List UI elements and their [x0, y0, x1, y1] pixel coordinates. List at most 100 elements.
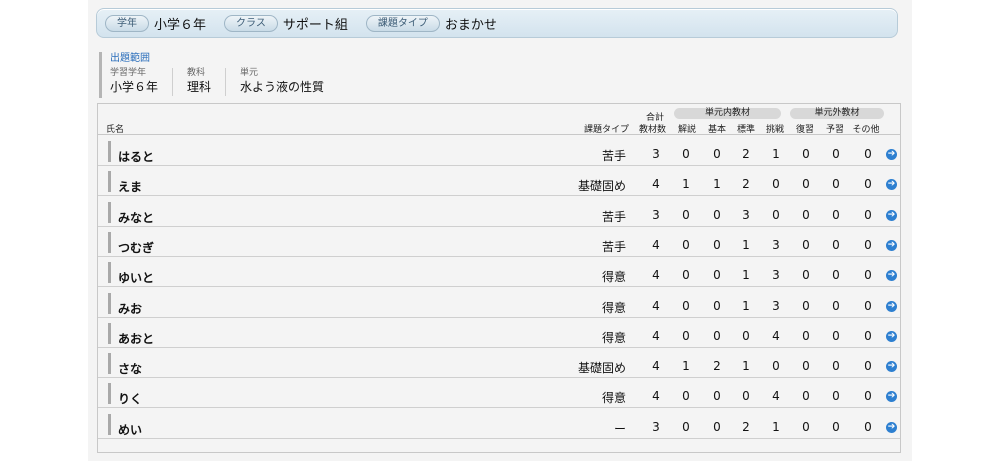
task-type-cell: 得意: [601, 300, 626, 315]
count-cell-challenge: 4: [772, 328, 780, 343]
student-name: あおと: [118, 331, 155, 346]
header-col-preview: 予習: [825, 125, 844, 135]
count-cell-explain: 0: [682, 207, 690, 222]
count-cell-other: 0: [864, 419, 872, 434]
table-row[interactable]: はると 苦手 3 0 0 2 1 0 0 0 ➔: [98, 135, 900, 166]
total-count-cell: 4: [652, 268, 660, 283]
header-col-challenge: 挑戦: [765, 125, 784, 135]
task-type-cell: 得意: [601, 270, 626, 285]
scope-grade-label: 学習学年: [110, 68, 147, 78]
count-cell-explain: 0: [682, 389, 690, 404]
arrow-right-circle-icon[interactable]: ➔: [886, 179, 897, 191]
table-row[interactable]: みなと 苦手 3 0 0 3 0 0 0 0 ➔: [98, 196, 900, 227]
count-cell-standard: 1: [742, 298, 750, 313]
task-type-filter-pill[interactable]: 課題タイプ: [365, 14, 440, 32]
row-marker: [108, 413, 111, 435]
count-cell-preview: 0: [832, 147, 840, 161]
count-cell-challenge: 0: [772, 207, 780, 222]
count-cell-preview: 0: [832, 298, 840, 313]
count-cell-explain: 0: [682, 298, 690, 313]
header-col-standard: 標準: [736, 125, 755, 135]
row-marker: [108, 292, 111, 314]
table-row[interactable]: みお 得意 4 0 0 1 3 0 0 0 ➔: [98, 287, 900, 318]
arrow-right-circle-icon[interactable]: ➔: [886, 209, 897, 221]
scope-section: 出題範囲 学習学年 小学６年 教科 理科 単元 水よう液の性質: [99, 52, 499, 98]
arrow-right-circle-icon[interactable]: ➔: [886, 391, 897, 403]
task-type-cell: ー: [613, 421, 626, 436]
count-cell-review: 0: [802, 268, 810, 283]
arrow-right-circle-icon[interactable]: ➔: [886, 300, 897, 312]
total-count-cell: 4: [652, 177, 660, 192]
arrow-right-circle-icon[interactable]: ➔: [886, 149, 897, 160]
student-name: めい: [118, 422, 143, 437]
count-cell-basic: 0: [713, 268, 721, 283]
table-row[interactable]: つむぎ 苦手 4 0 0 1 3 0 0 0 ➔: [98, 226, 900, 257]
count-cell-explain: 0: [682, 147, 690, 161]
count-cell-basic: 0: [713, 207, 721, 222]
scope-subject-label: 教科: [187, 68, 206, 78]
student-name: みお: [118, 301, 143, 316]
count-cell-other: 0: [864, 177, 872, 192]
total-count-cell: 4: [652, 389, 660, 404]
student-name: つむぎ: [118, 240, 155, 255]
count-cell-basic: 0: [713, 389, 721, 404]
student-name: さな: [118, 362, 143, 377]
class-filter-pill[interactable]: クラス: [224, 14, 278, 32]
count-cell-preview: 0: [832, 359, 840, 374]
table-row[interactable]: めい ー 3 0 0 2 1 0 0 0 ➔: [98, 408, 900, 439]
table-row[interactable]: りく 得意 4 0 0 0 4 0 0 0 ➔: [98, 377, 900, 409]
task-type-cell: 得意: [601, 330, 626, 345]
scope-unit-value: 水よう液の性質: [240, 80, 325, 94]
count-cell-other: 0: [864, 359, 872, 374]
count-cell-review: 0: [802, 237, 810, 252]
header-task-type: 課題タイプ: [584, 125, 630, 135]
page: 学年 小学６年 クラス サポート組 課題タイプ おまかせ 出題範囲 学習学年 小…: [88, 0, 912, 461]
count-cell-basic: 0: [713, 298, 721, 313]
row-marker: [108, 201, 111, 223]
table-row[interactable]: ゆいと 得意 4 0 0 1 3 0 0 0 ➔: [98, 256, 900, 288]
row-marker: [108, 383, 111, 405]
arrow-right-circle-icon[interactable]: ➔: [886, 361, 897, 373]
table-row[interactable]: えま 基礎固め 4 1 1 2 0 0 0 0 ➔: [98, 165, 900, 197]
count-cell-standard: 0: [742, 328, 750, 343]
student-name: ゆいと: [118, 271, 155, 286]
total-count-cell: 3: [652, 147, 660, 161]
grade-filter-pill[interactable]: 学年: [105, 14, 149, 32]
task-type-filter-value: おまかせ: [444, 17, 497, 33]
count-cell-basic: 2: [713, 359, 721, 374]
arrow-right-circle-icon[interactable]: ➔: [886, 270, 897, 282]
count-cell-challenge: 0: [772, 177, 780, 192]
count-cell-standard: 0: [742, 389, 750, 404]
arrow-right-circle-icon[interactable]: ➔: [886, 330, 897, 342]
arrow-right-circle-icon[interactable]: ➔: [886, 239, 897, 251]
count-cell-challenge: 4: [772, 389, 780, 404]
count-cell-review: 0: [802, 147, 810, 161]
header-group-out-unit: 単元外教材: [790, 108, 884, 119]
count-cell-standard: 2: [742, 147, 750, 161]
count-cell-review: 0: [802, 328, 810, 343]
count-cell-challenge: 3: [772, 268, 780, 283]
student-name: みなと: [118, 210, 155, 225]
task-type-cell: 基礎固め: [577, 361, 626, 376]
count-cell-standard: 1: [742, 359, 750, 374]
header-group-in-unit: 単元内教材: [674, 108, 781, 119]
task-type-cell: 得意: [601, 391, 626, 406]
count-cell-basic: 0: [713, 328, 721, 343]
count-cell-basic: 0: [713, 419, 721, 434]
scope-subject: 教科 理科: [187, 68, 227, 96]
total-count-cell: 4: [652, 237, 660, 252]
header-col-review: 復習: [795, 125, 814, 135]
student-table: 氏名 課題タイプ 合計 教材数 単元内教材 単元外教材 解説 基本 標準 挑戦 …: [97, 103, 901, 453]
table-row[interactable]: あおと 得意 4 0 0 0 4 0 0 0 ➔: [98, 317, 900, 348]
count-cell-preview: 0: [832, 419, 840, 434]
count-cell-explain: 0: [682, 237, 690, 252]
count-cell-standard: 2: [742, 177, 750, 192]
count-cell-preview: 0: [832, 268, 840, 283]
total-count-cell: 4: [652, 328, 660, 343]
arrow-right-circle-icon[interactable]: ➔: [886, 421, 897, 433]
table-row[interactable]: さな 基礎固め 4 1 2 1 0 0 0 0 ➔: [98, 347, 900, 379]
count-cell-challenge: 3: [772, 298, 780, 313]
header-total-bottom: 教材数: [639, 125, 667, 135]
row-marker: [108, 141, 111, 162]
count-cell-preview: 0: [832, 389, 840, 404]
